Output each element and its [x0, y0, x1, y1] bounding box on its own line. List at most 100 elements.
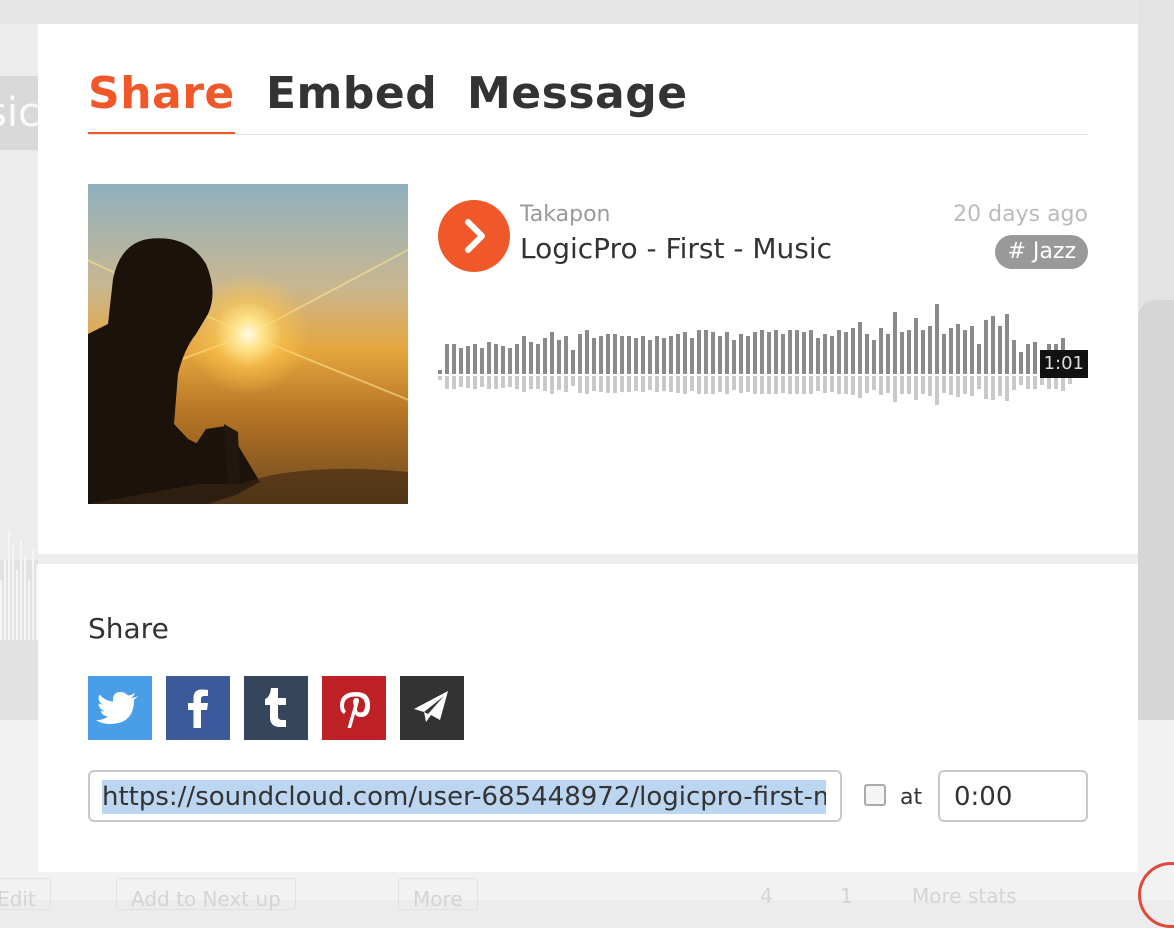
genre-tag[interactable]: # Jazz	[995, 235, 1088, 269]
background-more-button: More	[398, 878, 478, 911]
waveform-bar	[711, 332, 715, 374]
waveform-reflection	[956, 376, 960, 397]
background-header	[0, 0, 1174, 24]
track-artwork	[88, 184, 408, 504]
track-posted-date: 20 days ago	[953, 202, 1088, 227]
tab-embed[interactable]: Embed	[266, 64, 437, 132]
start-at-checkbox[interactable]	[864, 784, 886, 806]
waveform-reflection	[529, 376, 533, 389]
waveform-reflection	[725, 376, 729, 394]
waveform-bar	[914, 318, 918, 374]
waveform-reflection	[865, 376, 869, 393]
waveform-reflection	[515, 376, 519, 389]
track-title[interactable]: LogicPro - First - Music	[520, 232, 832, 265]
waveform-bar	[655, 336, 659, 374]
waveform-bar	[851, 328, 855, 374]
waveform-bar	[543, 338, 547, 374]
play-button[interactable]	[438, 200, 510, 272]
start-at-label: at	[900, 785, 923, 810]
waveform-bar	[522, 336, 526, 374]
waveform-bar	[515, 344, 519, 374]
waveform-reflection	[837, 376, 841, 394]
waveform-reflection	[991, 376, 995, 400]
waveform-bar	[690, 338, 694, 374]
waveform-reflection	[795, 376, 799, 394]
waveform-bar	[963, 330, 967, 374]
waveform-reflection	[1019, 376, 1023, 385]
waveform-bar	[627, 336, 631, 374]
waveform-bar	[585, 330, 589, 374]
waveform-reflection	[438, 376, 442, 380]
waveform-reflection	[487, 376, 491, 389]
waveform-bar	[1005, 314, 1009, 374]
waveform-reflection	[851, 376, 855, 395]
waveform-reflection	[683, 376, 687, 394]
waveform-reflection	[655, 376, 659, 392]
waveform-bar	[739, 334, 743, 374]
waveform-reflection	[522, 376, 526, 392]
waveform-bar	[592, 338, 596, 374]
waveform-reflection	[543, 376, 547, 391]
waveform-bar	[1019, 352, 1023, 374]
background-waveform-bar	[28, 580, 30, 640]
waveform-bar	[704, 330, 708, 374]
waveform-reflection	[459, 376, 463, 387]
tab-share[interactable]: Share	[88, 64, 235, 134]
waveform-bar	[564, 336, 568, 374]
background-more-stats-label: More stats	[912, 884, 1017, 908]
waveform-reflection	[984, 376, 988, 399]
waveform-bar	[662, 338, 666, 374]
tumblr-icon	[265, 688, 286, 727]
waveform-reflection	[921, 376, 925, 394]
waveform-reflection	[893, 376, 897, 402]
waveform-bar	[725, 332, 729, 374]
waveform-reflection	[879, 376, 883, 395]
waveform-reflection	[613, 376, 617, 393]
background-waveform-bar	[24, 555, 26, 640]
waveform-bar	[480, 348, 484, 374]
waveform-reflection	[872, 376, 876, 390]
start-time-field[interactable]	[938, 770, 1088, 822]
message-share-button[interactable]	[400, 676, 464, 740]
waveform-bar	[550, 332, 554, 374]
waveform-reflection	[788, 376, 792, 394]
waveform-reflection	[998, 376, 1002, 396]
facebook-share-button[interactable]	[166, 676, 230, 740]
waveform-bar	[774, 330, 778, 374]
start-time-input[interactable]	[954, 780, 1074, 814]
waveform-bar	[473, 344, 477, 374]
tab-message[interactable]: Message	[467, 64, 688, 132]
waveform-bar	[837, 330, 841, 374]
waveform-reflection	[935, 376, 939, 405]
waveform-bar	[494, 344, 498, 374]
pinterest-icon	[340, 692, 370, 728]
waveform-reflection	[781, 376, 785, 393]
waveform-reflection	[732, 376, 736, 390]
waveform-bar	[697, 330, 701, 374]
waveform-reflection	[977, 376, 981, 389]
waveform-reflection	[970, 376, 974, 396]
track-artist[interactable]: Takapon	[520, 202, 610, 227]
waveform-reflection	[641, 376, 645, 392]
waveform-bar	[956, 324, 960, 374]
tumblr-share-button[interactable]	[244, 676, 308, 740]
waveform-reflection	[1012, 376, 1016, 390]
background-waveform-bar	[0, 580, 2, 640]
background-comments-stat: 1	[840, 884, 853, 908]
waveform-bar	[536, 344, 540, 374]
waveform-reflection	[809, 376, 813, 394]
waveform-reflection	[466, 376, 470, 388]
background-title-fragment: sic	[0, 90, 38, 136]
waveform[interactable]	[438, 300, 1088, 414]
share-url-field[interactable]	[88, 770, 842, 822]
twitter-share-button[interactable]	[88, 676, 152, 740]
share-url-input[interactable]	[102, 780, 826, 814]
waveform-bar	[648, 340, 652, 374]
waveform-reflection	[963, 376, 967, 394]
waveform-reflection	[704, 376, 708, 394]
background-waveform	[0, 520, 38, 640]
pinterest-share-button[interactable]	[322, 676, 386, 740]
waveform-reflection	[473, 376, 477, 389]
waveform-bar	[508, 348, 512, 374]
waveform-reflection	[494, 376, 498, 389]
